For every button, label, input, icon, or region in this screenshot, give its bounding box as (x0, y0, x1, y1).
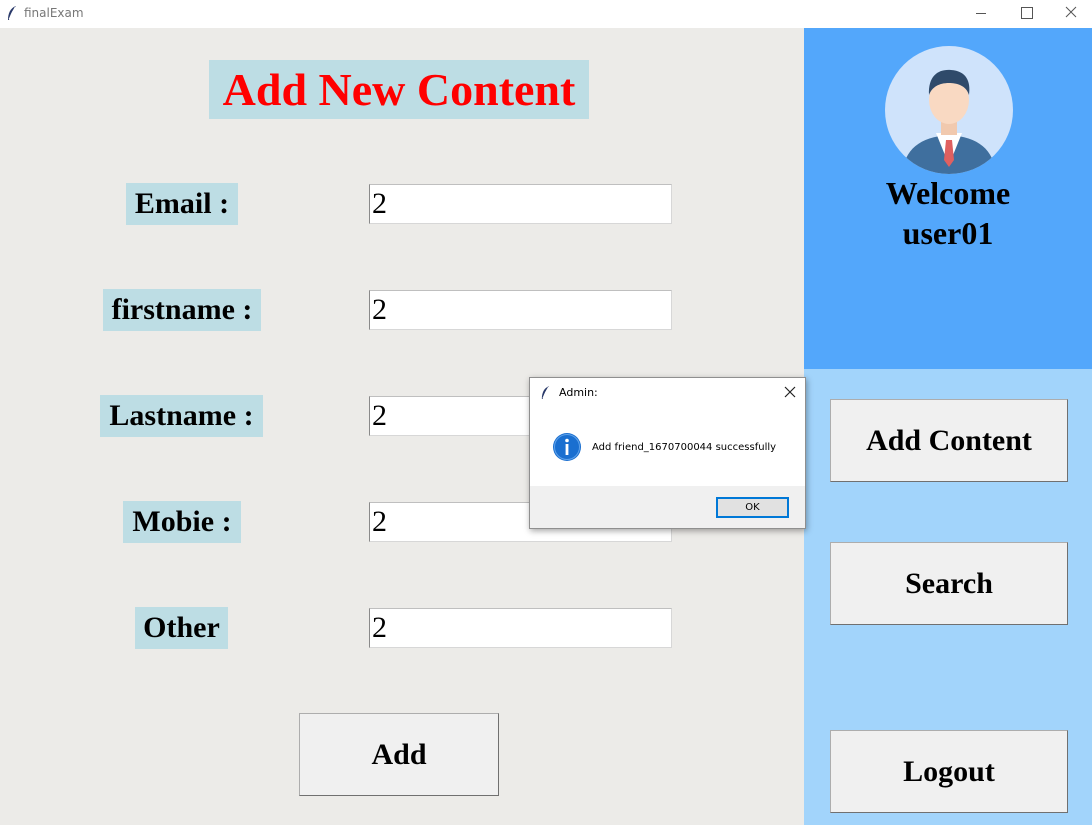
username-label: user01 (902, 215, 994, 251)
logout-button[interactable]: Logout (830, 730, 1068, 813)
add-content-button[interactable]: Add Content (830, 399, 1068, 482)
maximize-button[interactable] (1003, 0, 1049, 28)
feather-icon (8, 6, 16, 20)
page-title: Add New Content (209, 60, 589, 119)
dialog-message: Add friend_1670700044 successfully (592, 442, 777, 453)
search-button[interactable]: Search (830, 542, 1068, 625)
firstname-field[interactable]: 2 (369, 290, 672, 330)
other-label: Other (135, 607, 228, 649)
email-label: Email : (126, 183, 238, 225)
close-icon (1065, 6, 1077, 18)
window-titlebar: finalExam (0, 0, 1092, 28)
lastname-label: Lastname : (100, 395, 263, 437)
mobie-label: Mobie : (123, 501, 241, 543)
welcome-label: Welcome (885, 175, 1011, 211)
dialog-title: Admin: (559, 386, 598, 399)
window-title: finalExam (24, 6, 84, 20)
email-field[interactable]: 2 (369, 184, 672, 224)
firstname-label: firstname : (103, 289, 261, 331)
dialog-footer: OK (530, 486, 805, 528)
info-icon (553, 433, 581, 461)
close-button[interactable] (1048, 0, 1092, 28)
ok-button[interactable]: OK (716, 497, 789, 518)
message-dialog: Admin: Add friend_1670700044 successfull… (529, 377, 806, 529)
avatar (885, 46, 1013, 174)
add-button[interactable]: Add (299, 713, 499, 796)
welcome-message: Welcome user01 (804, 173, 1092, 253)
feather-icon (541, 386, 550, 399)
other-field[interactable]: 2 (369, 608, 672, 648)
minimize-button[interactable] (958, 0, 1004, 28)
dialog-close-button[interactable] (782, 384, 798, 400)
